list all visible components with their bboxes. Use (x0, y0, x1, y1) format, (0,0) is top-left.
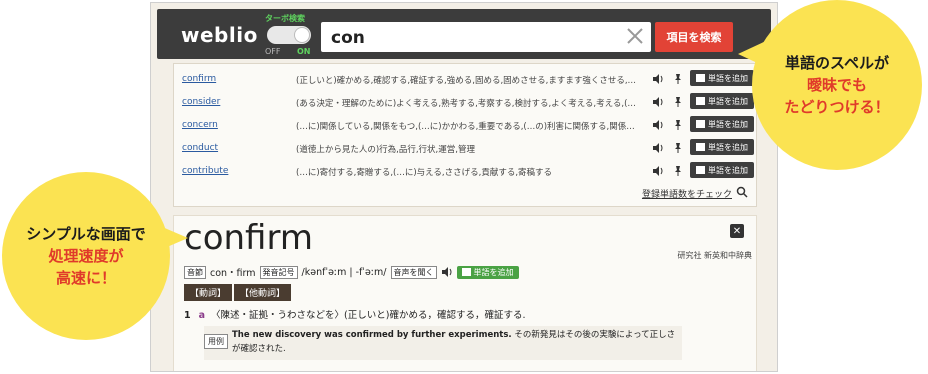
sense-letter: a (198, 310, 206, 321)
sense-text: 〈陳述・証拠・うわさなどを〉(正しいと)確かめる，確認する，確証する. (211, 310, 526, 321)
add-word-button[interactable]: 単語を追加 (690, 162, 754, 178)
pos-tag: 【他動詞】 (234, 284, 292, 301)
suggestion-definition: (…に)関係している,関係をもつ,(…に)かかわる,重要である,(…の)利害に関… (296, 122, 635, 132)
magnifier-check-icon[interactable] (736, 186, 748, 198)
add-word-label: 単語を追加 (708, 96, 748, 106)
listen-audio-button[interactable]: 音声を聞く (390, 265, 437, 279)
turbo-search-label: ターボ検索 (265, 14, 305, 23)
pin-icon[interactable] (672, 96, 684, 108)
clear-icon[interactable] (625, 26, 645, 46)
speaker-icon[interactable] (652, 73, 664, 85)
book-icon (696, 166, 705, 174)
suggestion-definition: (ある決定・理解のために)よく考える,熟考する,考察する,検討する,よく考える,… (296, 99, 636, 109)
example: 用例 The new discovery was confirmed by fu… (204, 326, 682, 360)
callout-text: 曖昧でも (806, 76, 867, 94)
toggle-knob (295, 28, 309, 42)
add-word-label: 単語を追加 (473, 267, 514, 277)
search-button[interactable]: 項目を検索 (655, 22, 733, 52)
search-input[interactable] (329, 26, 623, 50)
callout-bubble-left: シンプルな画面で 処理速度が 高速に！ (2, 172, 170, 340)
callout-text: 処理速度が (48, 247, 124, 265)
suggestion-definition: (…に)寄付する,寄贈する,(…に)与える,ささげる,貢献する,寄稿する (296, 168, 553, 178)
pos-tag: 【動詞】 (184, 284, 233, 301)
speaker-icon[interactable] (441, 266, 453, 278)
pin-icon[interactable] (672, 142, 684, 154)
sense: 1 a 〈陳述・証拠・うわさなどを〉(正しいと)確かめる，確認する，確証する. (184, 307, 525, 321)
book-icon (461, 268, 471, 276)
speaker-icon[interactable] (652, 96, 664, 108)
toggle-off-label: OFF (265, 47, 281, 56)
callout-text: たどりつける！ (784, 98, 890, 116)
add-word-label: 単語を追加 (708, 73, 748, 83)
suggestion-row: confirm (正しいと)確かめる,確認する,確証する,強める,固める,固めさ… (174, 68, 758, 90)
book-icon (696, 74, 705, 82)
suggestion-definition: (道徳上から見た人の)行為,品行,行状,運営,管理 (296, 145, 475, 155)
toggle-on-label: ON (297, 47, 311, 56)
example-english: The new discovery was confirmed by furth… (232, 330, 512, 340)
add-word-label: 単語を追加 (708, 165, 748, 175)
sense-number: 1 (184, 310, 191, 321)
add-word-button[interactable]: 単語を追加 (690, 139, 754, 155)
search-box (321, 22, 651, 52)
callout-bubble-right: 単語のスペルが 曖昧でも たどりつける！ (752, 0, 922, 170)
callout-text: 単語のスペルが (785, 54, 889, 72)
example-tag: 用例 (204, 334, 228, 349)
syllables: con・firm (210, 268, 256, 279)
book-icon (696, 97, 705, 105)
suggestion-list: confirm (正しいと)確かめる,確認する,確証する,強める,固める,固めさ… (173, 63, 757, 207)
pronunciation: /kənfˈəːm | -fˈəːm/ (301, 266, 387, 278)
example-japanese-1: その新発見はその後の実験によって正しさ (514, 330, 676, 340)
suggestion-word[interactable]: concern (182, 120, 218, 130)
part-of-speech: 【動詞】 【他動詞】 (184, 284, 292, 301)
suggestion-word[interactable]: contribute (182, 166, 228, 176)
suggestion-word[interactable]: confirm (182, 74, 216, 84)
example-text: The new discovery was confirmed by furth… (232, 328, 682, 356)
suggestion-word[interactable]: conduct (182, 143, 218, 153)
callout-text: 高速に！ (55, 269, 116, 287)
add-word-button[interactable]: 単語を追加 (690, 116, 754, 132)
suggestion-definition: (正しいと)確かめる,確認する,確証する,強める,固める,固めさせる,ますます強… (296, 76, 637, 86)
close-icon[interactable]: ✕ (730, 224, 744, 238)
pin-icon[interactable] (672, 119, 684, 131)
pin-icon[interactable] (672, 165, 684, 177)
suggestion-row: contribute (…に)寄付する,寄贈する,(…に)与える,ささげる,貢献… (174, 160, 758, 182)
speaker-icon[interactable] (652, 119, 664, 131)
syllable-tag: 音節 (184, 265, 206, 279)
logo[interactable]: weblio (181, 23, 258, 47)
check-registered-words-link[interactable]: 登録単語数をチェック (642, 187, 732, 200)
dictionary-name: 研究社 新英和中辞典 (677, 251, 752, 260)
app-frame: weblio ターボ検索 OFF ON 項目を検索 confirm (正しいと)… (150, 2, 778, 372)
add-word-label: 単語を追加 (708, 119, 748, 129)
speaker-icon[interactable] (652, 142, 664, 154)
headword: confirm (184, 218, 313, 258)
pron-tag: 発音記号 (259, 265, 298, 279)
dictionary-entry: confirm ✕ 研究社 新英和中辞典 音節 con・firm 発音記号 /k… (173, 215, 757, 371)
pin-icon[interactable] (672, 73, 684, 85)
add-word-label: 単語を追加 (708, 142, 748, 152)
add-word-button[interactable]: 単語を追加 (690, 70, 754, 86)
suggestion-word[interactable]: consider (182, 97, 220, 107)
example-japanese-2: が確認された. (232, 344, 286, 354)
suggestion-row: conduct (道徳上から見た人の)行為,品行,行状,運営,管理 単語を追加 (174, 137, 758, 159)
callout-text: シンプルな画面で (26, 225, 146, 243)
add-word-button[interactable]: 単語を追加 (690, 93, 754, 109)
header-bar: weblio ターボ検索 OFF ON 項目を検索 (157, 9, 771, 59)
speaker-icon[interactable] (652, 165, 664, 177)
suggestion-row: concern (…に)関係している,関係をもつ,(…に)かかわる,重要である,… (174, 114, 758, 136)
book-icon (696, 143, 705, 151)
pronunciation-line: 音節 con・firm 発音記号 /kənfˈəːm | -fˈəːm/ 音声を… (184, 264, 519, 280)
turbo-toggle[interactable] (267, 26, 311, 44)
book-icon (696, 120, 705, 128)
suggestion-row: consider (ある決定・理解のために)よく考える,熟考する,考察する,検討… (174, 91, 758, 113)
add-word-button[interactable]: 単語を追加 (456, 265, 519, 279)
